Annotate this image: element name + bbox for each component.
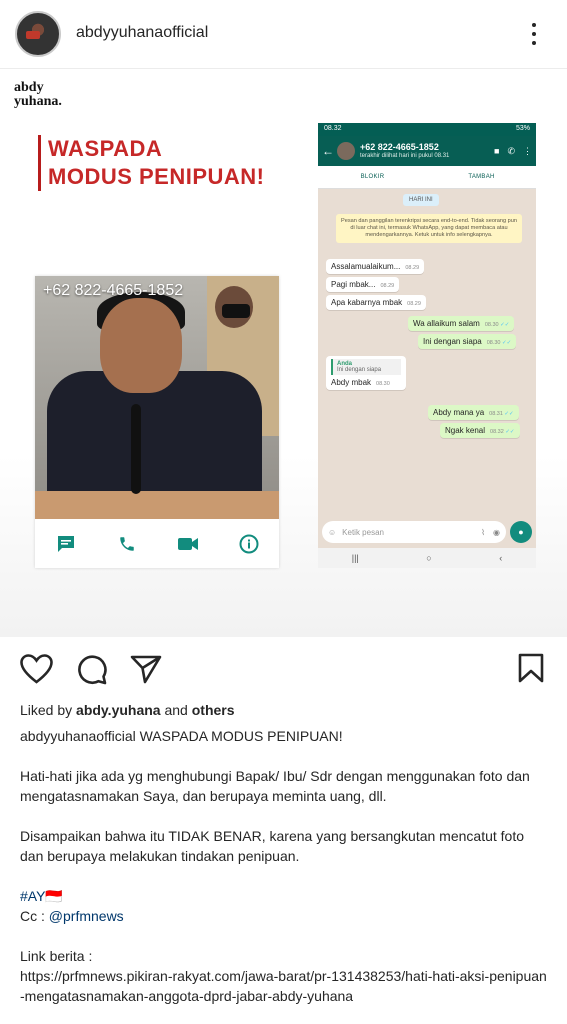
camera-icon: ◉ [493,527,500,537]
date-chip: HARI INI [403,194,439,206]
last-seen: terakhir dilihat hari ini pukul 08.31 [360,153,450,159]
message-out: Abdy mana ya 08.31 [428,405,519,420]
contact-avatar [337,142,355,160]
recents-icon: ||| [351,553,359,563]
quoted-message: Anda Ini dengan siapa [331,359,401,375]
message-in: Pagi mbak... 08.29 [326,277,400,292]
chat-contact-number: +62 822-4665-1852 [360,142,439,152]
message-out: Ngak kenal 08.32 [440,423,520,438]
message-out: Ini dengan siapa 08.30 [418,334,517,349]
chat-area: HARI INI Pesan dan panggilan terenkripsi… [318,189,536,529]
caption-title: WASPADA MODUS PENIPUAN! [135,728,343,744]
cc-label: Cc : [20,908,49,924]
mention-link[interactable]: @prfmnews [49,908,124,924]
message-in: Assalamualaikum... 08.29 [326,259,425,274]
info-icon [237,532,261,556]
bookmark-icon[interactable] [518,653,544,683]
liked-by: Liked by abdy.yuhana and others [20,702,235,718]
link-label: Link berita : [20,948,93,964]
contact-card: +62 822-4665-1852 [35,276,279,568]
home-icon: ○ [426,553,432,563]
video-call-icon: ■ [494,145,500,156]
android-nav-bar: ||| ○ ‹ [318,548,536,568]
hashtag-link[interactable]: #AY🇮🇩 [20,886,550,906]
block-label: BLOKIR [360,174,385,180]
post-actions [0,646,567,690]
add-label: TAMBAH [468,174,495,180]
contact-actions [35,519,279,568]
whatsapp-screenshot: 08.32 53% ← +62 822-4665-1852 terakhir d… [318,123,536,568]
brand-logo: abdy yuhana. [14,80,62,109]
message-in-reply: Anda Ini dengan siapa Abdy mbak 08.30 [326,356,406,390]
message-in: Apa kabarnya mbak 08.29 [326,295,426,310]
status-bar: 08.32 53% [318,123,536,136]
comment-icon[interactable] [76,654,107,685]
caption-username[interactable]: abdyyuhanaofficial [20,728,136,744]
share-icon[interactable] [130,655,162,684]
video-call-icon [176,532,200,556]
liked-by-user[interactable]: abdy.yuhana [76,702,161,718]
caption-paragraph: Hati-hati jika ada yg menghubungi Bapak/… [20,768,530,804]
message-input: ☺ Ketik pesan ⌇ ◉ [322,521,506,543]
profile-avatar[interactable] [15,11,61,57]
person-photo: +62 822-4665-1852 [35,276,279,519]
mic-icon: ● [510,521,532,543]
liked-by-others[interactable]: others [192,702,235,718]
back-icon: ‹ [499,553,503,563]
post-header: abdyyuhanaofficial [0,0,567,68]
post-image[interactable]: abdy yuhana. WASPADA MODUS PENIPUAN! +62… [0,68,567,637]
warning-heading: WASPADA MODUS PENIPUAN! [38,135,265,191]
post-caption: abdyyuhanaofficial WASPADA MODUS PENIPUA… [20,726,550,1006]
phone-icon [115,532,139,556]
block-add-bar: BLOKIR TAMBAH [318,166,536,189]
chat-app-bar: ← +62 822-4665-1852 terakhir dilihat har… [318,136,536,166]
caption-paragraph: Disampaikan bahwa itu TIDAK BENAR, karen… [20,828,525,864]
news-link[interactable]: https://prfmnews.pikiran-rakyat.com/jawa… [20,966,550,1006]
back-arrow-icon: ← [322,144,334,158]
phone-icon: ✆ [507,145,515,156]
more-options-icon[interactable] [520,18,548,50]
attach-icon: ⌇ [481,527,486,537]
message-icon [54,532,78,556]
menu-icon: ⋮ [523,145,532,156]
message-out: Wa allaikum salam 08.30 [408,316,515,331]
post-username[interactable]: abdyyuhanaofficial [76,24,208,42]
like-heart-icon[interactable] [20,654,53,684]
emoji-icon: ☺ [328,527,337,537]
photo-phone-number: +62 822-4665-1852 [43,282,184,299]
encryption-notice: Pesan dan panggilan terenkripsi secara e… [336,214,522,243]
microphone-icon [131,404,141,494]
